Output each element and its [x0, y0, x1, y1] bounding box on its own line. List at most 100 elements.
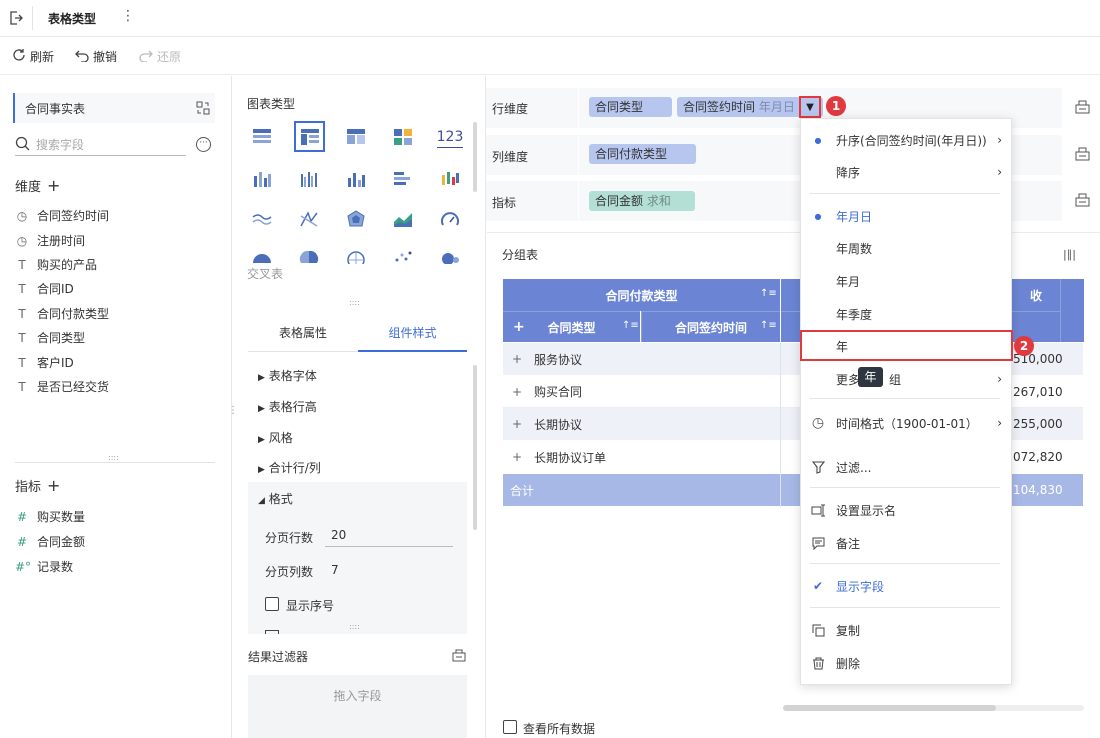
style-item[interactable]: ▶ 表格行高	[258, 398, 317, 415]
row-pill-contract-type[interactable]: 合同类型	[589, 97, 672, 117]
menu-filter[interactable]: 过滤...	[800, 457, 1012, 477]
tab-table-properties[interactable]: 表格属性	[248, 314, 358, 352]
grouped-bar-icon[interactable]	[298, 168, 320, 190]
add-measure-icon[interactable]: +	[47, 476, 60, 495]
field-item[interactable]: ◷ 合同签约时间	[15, 207, 109, 224]
switch-table-icon[interactable]	[196, 101, 210, 115]
horizontal-scrollbar[interactable]	[783, 705, 1084, 711]
metric-pill-amount[interactable]: 合同金额 求和	[589, 191, 695, 211]
area-chart-icon[interactable]	[392, 208, 414, 230]
bubble-icon[interactable]	[439, 246, 461, 268]
menu-sort-desc[interactable]: 降序 ›	[800, 162, 1012, 182]
menu-set-display-name[interactable]: 设置显示名	[800, 500, 1012, 520]
splitter-handle[interactable]: ::::	[349, 622, 360, 631]
scrollbar[interactable]	[473, 365, 477, 530]
style-item[interactable]: ▶ 风格	[258, 429, 293, 446]
redo-label: 还原	[157, 50, 182, 64]
table-icon[interactable]	[251, 126, 273, 148]
page-rows-label: 分页行数	[265, 531, 314, 545]
pie-chart-icon[interactable]	[298, 246, 320, 268]
shelf-settings-icon[interactable]	[1075, 100, 1090, 117]
expand-row-icon: +	[512, 450, 523, 464]
scrollbar[interactable]	[473, 122, 477, 192]
menu-more-groups[interactable]: 更多组 ›	[800, 369, 1012, 389]
view-all-data-label: 查看所有数据	[523, 722, 596, 736]
kpi-number-icon[interactable]: 123	[437, 126, 463, 148]
scatter-icon[interactable]	[392, 246, 414, 268]
field-item[interactable]: T 是否已经交货	[15, 378, 109, 395]
clock-icon: ◷	[16, 233, 28, 248]
column-chart-icon[interactable]	[345, 168, 367, 190]
redo-button[interactable]: 还原	[139, 48, 181, 65]
field-item[interactable]: T 购买的产品	[15, 256, 97, 273]
menu-granularity-ymd[interactable]: ● 年月日	[800, 206, 1012, 226]
splitter-handle[interactable]: ::::	[349, 298, 360, 307]
page-rows-input[interactable]: 20	[325, 525, 453, 547]
menu-show-field[interactable]: ✔ 显示字段	[800, 576, 1012, 596]
text-icon: T	[18, 306, 26, 321]
menu-copy[interactable]: 复制	[800, 620, 1012, 640]
search-input[interactable]: 搜索字段	[36, 136, 84, 153]
search-field[interactable]: 搜索字段	[15, 134, 186, 156]
menu-note[interactable]: 备注	[800, 533, 1012, 553]
menu-granularity-ym[interactable]: 年月	[800, 271, 1012, 291]
pivot-icon[interactable]	[392, 126, 414, 148]
drop-field-zone[interactable]: 拖入字段	[248, 675, 467, 738]
field-item[interactable]: # 合同金额	[15, 533, 85, 550]
more-circle-icon[interactable]: ···	[196, 137, 211, 152]
exit-icon[interactable]	[8, 10, 24, 26]
clock-icon: ◷	[16, 208, 28, 223]
gauge-icon[interactable]	[439, 208, 461, 230]
menu-granularity-year[interactable]: 年	[800, 336, 1012, 356]
style-item-format[interactable]: ◢ 格式	[258, 490, 293, 507]
style-item[interactable]: ▶ 合计行/列	[258, 459, 321, 476]
table-selector[interactable]: 合同事实表	[13, 93, 215, 123]
text-icon: T	[18, 379, 26, 394]
menu-delete[interactable]: 删除	[800, 653, 1012, 673]
style-item[interactable]: ▶ 表格字体	[258, 367, 317, 384]
view-all-data-checkbox[interactable]	[503, 720, 517, 734]
horizontal-bar-icon[interactable]	[392, 168, 414, 190]
cross-table-icon[interactable]	[345, 126, 367, 148]
refresh-button[interactable]: 刷新	[12, 48, 54, 65]
sort-icon[interactable]: ↑≡	[622, 320, 639, 331]
sort-icon[interactable]: ↑≡	[760, 288, 777, 299]
splitter-handle[interactable]: ::::	[108, 453, 119, 462]
show-index-checkbox[interactable]	[265, 597, 279, 611]
field-item[interactable]: T 客户ID	[15, 354, 73, 371]
tab-component-style[interactable]: 组件样式	[358, 314, 467, 352]
shelf-settings-icon[interactable]	[1075, 147, 1090, 164]
field-item[interactable]: ◷ 注册时间	[15, 232, 85, 249]
table-header-payment-type[interactable]: 合同付款类型	[503, 279, 780, 311]
filter-settings-icon[interactable]	[452, 649, 466, 665]
range-bar-icon[interactable]	[439, 168, 461, 190]
add-dimension-icon[interactable]: +	[47, 176, 60, 195]
menu-granularity-yq[interactable]: 年季度	[800, 304, 1012, 324]
col-pill-payment-type[interactable]: 合同付款类型	[589, 144, 696, 164]
page-cols-input[interactable]: 7	[325, 560, 453, 582]
radar-line-icon[interactable]	[298, 208, 320, 230]
field-item[interactable]: #° 记录数	[15, 558, 73, 575]
more-options-icon[interactable]: ⋮	[121, 8, 135, 24]
radar-chart-icon[interactable]	[345, 208, 367, 230]
sort-icon[interactable]: ↑≡	[760, 320, 777, 331]
table-header-contract-type[interactable]: + 合同类型	[503, 311, 640, 342]
text-icon: T	[18, 257, 26, 272]
globe-chart-icon[interactable]	[345, 246, 367, 268]
bar-chart-icon[interactable]	[251, 168, 273, 190]
dropdown-arrow-button[interactable]: ▼	[799, 96, 821, 118]
field-item[interactable]: T 合同类型	[15, 329, 85, 346]
menu-granularity-yw[interactable]: 年周数	[800, 238, 1012, 258]
field-item[interactable]: T 合同付款类型	[15, 305, 109, 322]
field-item[interactable]: # 购买数量	[15, 508, 85, 525]
menu-time-format[interactable]: ◷ 时间格式（1900-01-01） ›	[800, 413, 1012, 433]
undo-button[interactable]: 撤销	[75, 48, 117, 65]
field-item[interactable]: T 合同ID	[15, 280, 73, 297]
panel-resize-handle[interactable]: ⋮	[228, 405, 238, 416]
dimension-header: 维度 +	[15, 176, 61, 195]
column-settings-icon[interactable]: |∥|	[1063, 248, 1076, 261]
group-table-icon-selected[interactable]	[294, 121, 325, 152]
menu-sort-asc[interactable]: ● 升序(合同签约时间(年月日)) ›	[800, 130, 1012, 150]
line-chart-icon[interactable]	[251, 208, 273, 230]
shelf-settings-icon[interactable]	[1075, 193, 1090, 210]
